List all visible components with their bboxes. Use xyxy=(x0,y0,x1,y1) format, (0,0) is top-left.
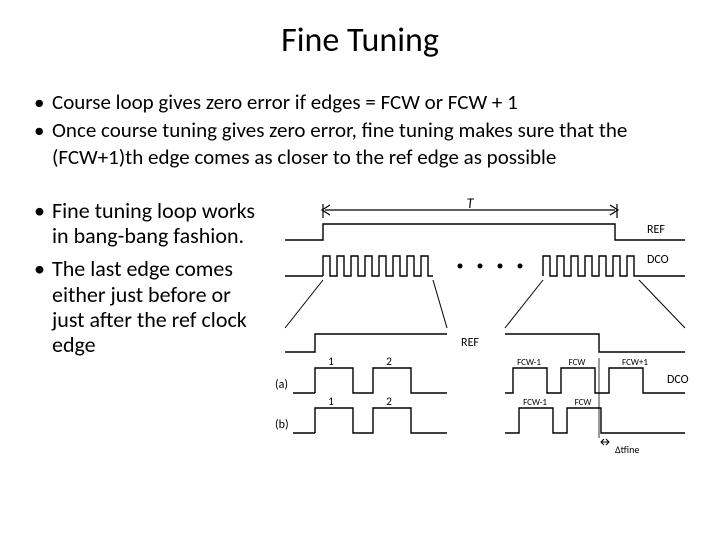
timing-diagram: T REF xyxy=(275,198,695,458)
period-label: T xyxy=(467,198,475,212)
ref-label: REF xyxy=(647,223,665,237)
pulse-num-2: 2 xyxy=(386,355,392,368)
dco-upper-right: DCO xyxy=(543,253,685,276)
pulse-num-1: 1 xyxy=(328,395,334,408)
bullet-item: The last edge comes either just before o… xyxy=(30,256,265,357)
delta-label: Δtfine xyxy=(615,443,639,456)
pulse-fcw: FCW xyxy=(569,357,586,368)
pulse-fcw+1: FCW+1 xyxy=(622,357,648,368)
ref-label: REF xyxy=(461,336,479,350)
ref-lower: REF xyxy=(285,334,685,352)
dco-label: DCO xyxy=(667,373,689,387)
section-b-label: (b) xyxy=(275,418,289,432)
dco-upper-left xyxy=(285,256,433,276)
bullet-item: Once course tuning gives zero error, fin… xyxy=(30,117,690,170)
dco-lower-right-b: FCW-1 FCW Δtfine xyxy=(505,397,685,456)
section-a-label: (a) xyxy=(275,378,288,392)
period-arrow: T xyxy=(322,198,618,218)
pulse-fcw-1: FCW-1 xyxy=(523,397,547,408)
top-bullet-list: Course loop gives zero error if edges = … xyxy=(30,89,690,170)
bullet-item: Fine tuning loop works in bang-bang fash… xyxy=(30,198,265,249)
slide-title: Fine Tuning xyxy=(30,20,690,61)
bottom-row: Fine tuning loop works in bang-bang fash… xyxy=(30,198,690,458)
ref-upper: REF xyxy=(285,223,685,240)
dco-lower-left-b: (b) 1 2 xyxy=(275,395,447,433)
dco-label: DCO xyxy=(647,253,669,267)
bullet-item: Course loop gives zero error if edges = … xyxy=(30,89,690,115)
dco-lower-left-a: (a) 1 2 xyxy=(275,355,447,393)
pulse-fcw: FCW xyxy=(575,397,592,408)
left-bullet-list: Fine tuning loop works in bang-bang fash… xyxy=(30,198,265,358)
pulse-fcw-1: FCW-1 xyxy=(517,357,541,368)
zoom-connectors xyxy=(285,280,685,328)
ellipsis-dots xyxy=(458,263,523,268)
pulse-num-1: 1 xyxy=(328,355,334,368)
pulse-num-2: 2 xyxy=(386,395,392,408)
dco-lower-right-a: FCW-1 FCW FCW+1 DCO xyxy=(505,357,689,398)
